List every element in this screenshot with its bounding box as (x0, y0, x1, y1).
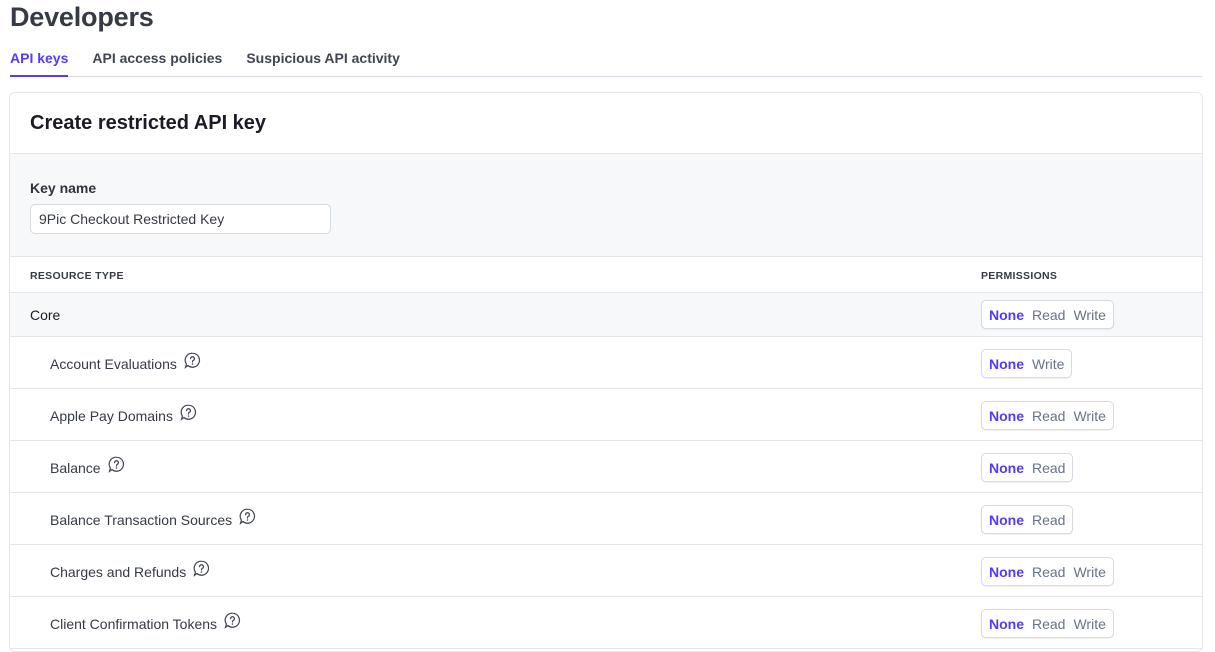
resource-label: Client Confirmation Tokens (50, 615, 218, 632)
help-icon[interactable] (193, 560, 210, 577)
key-name-input[interactable] (30, 204, 331, 234)
group-label: Core (30, 307, 61, 323)
help-icon[interactable] (108, 456, 125, 473)
permission-selector: None Read (981, 505, 1074, 534)
permission-read-option[interactable]: Read (1028, 408, 1069, 424)
page-title: Developers (10, 2, 154, 32)
permission-write-option[interactable]: Write (1069, 307, 1109, 323)
resource-row: Client Confirmation Tokens None Read Wri… (10, 597, 1202, 649)
help-icon[interactable] (239, 508, 256, 525)
resource-row: Balance Transaction Sources None Read (10, 493, 1202, 545)
resource-label: Apple Pay Domains (50, 407, 173, 424)
help-icon[interactable] (184, 352, 201, 369)
key-name-label: Key name (30, 180, 97, 196)
tab-suspicious-api-activity[interactable]: Suspicious API activity (246, 48, 400, 77)
permission-read-option[interactable]: Read (1028, 616, 1069, 632)
card-header: Create restricted API key (10, 93, 1202, 154)
resource-row: Balance None Read (10, 441, 1202, 493)
permission-write-option[interactable]: Write (1069, 616, 1109, 632)
permissions-header: PERMISSIONS (981, 270, 1058, 282)
permission-none-option[interactable]: None (985, 307, 1028, 323)
card-title: Create restricted API key (30, 112, 267, 134)
permission-read-option[interactable]: Read (1028, 564, 1069, 580)
permission-selector: None Read (981, 453, 1074, 482)
permission-read-option[interactable]: Read (1028, 512, 1069, 528)
group-row-core: Core None Read Write (10, 293, 1202, 337)
key-name-section: Key name (10, 154, 1202, 257)
permission-none-option[interactable]: None (985, 564, 1028, 580)
permission-read-option[interactable]: Read (1028, 460, 1069, 476)
table-header: RESOURCE TYPE PERMISSIONS (10, 257, 1202, 293)
tab-bar: API keys API access policies Suspicious … (10, 48, 1202, 77)
resource-type-header: RESOURCE TYPE (30, 270, 124, 282)
permission-write-option[interactable]: Write (1069, 564, 1109, 580)
permission-selector: None Read Write (981, 557, 1114, 586)
permission-selector: None Write (981, 349, 1073, 378)
permission-selector: None Read Write (981, 609, 1114, 638)
resource-row: Account Evaluations None Write (10, 337, 1202, 389)
resource-row: Apple Pay Domains None Read Write (10, 389, 1202, 441)
permission-selector: None Read Write (981, 401, 1114, 430)
resource-row: Charges and Refunds None Read Write (10, 545, 1202, 597)
permission-write-option[interactable]: Write (1069, 408, 1109, 424)
resource-label: Account Evaluations (50, 355, 177, 372)
permission-none-option[interactable]: None (985, 356, 1028, 372)
help-icon[interactable] (224, 612, 241, 629)
permission-none-option[interactable]: None (985, 408, 1028, 424)
permission-selector: None Read Write (981, 300, 1114, 329)
tab-api-keys[interactable]: API keys (10, 48, 69, 77)
help-icon[interactable] (180, 404, 197, 421)
resource-label: Balance (50, 459, 101, 476)
resource-label: Balance Transaction Sources (50, 511, 233, 528)
tab-api-access-policies[interactable]: API access policies (92, 48, 222, 77)
permission-read-option[interactable]: Read (1028, 307, 1069, 323)
resource-label: Charges and Refunds (50, 563, 187, 580)
permission-none-option[interactable]: None (985, 512, 1028, 528)
permission-none-option[interactable]: None (985, 460, 1028, 476)
permission-write-option[interactable]: Write (1028, 356, 1068, 372)
create-key-card: Create restricted API key Key name RESOU… (9, 92, 1203, 652)
permission-none-option[interactable]: None (985, 616, 1028, 632)
